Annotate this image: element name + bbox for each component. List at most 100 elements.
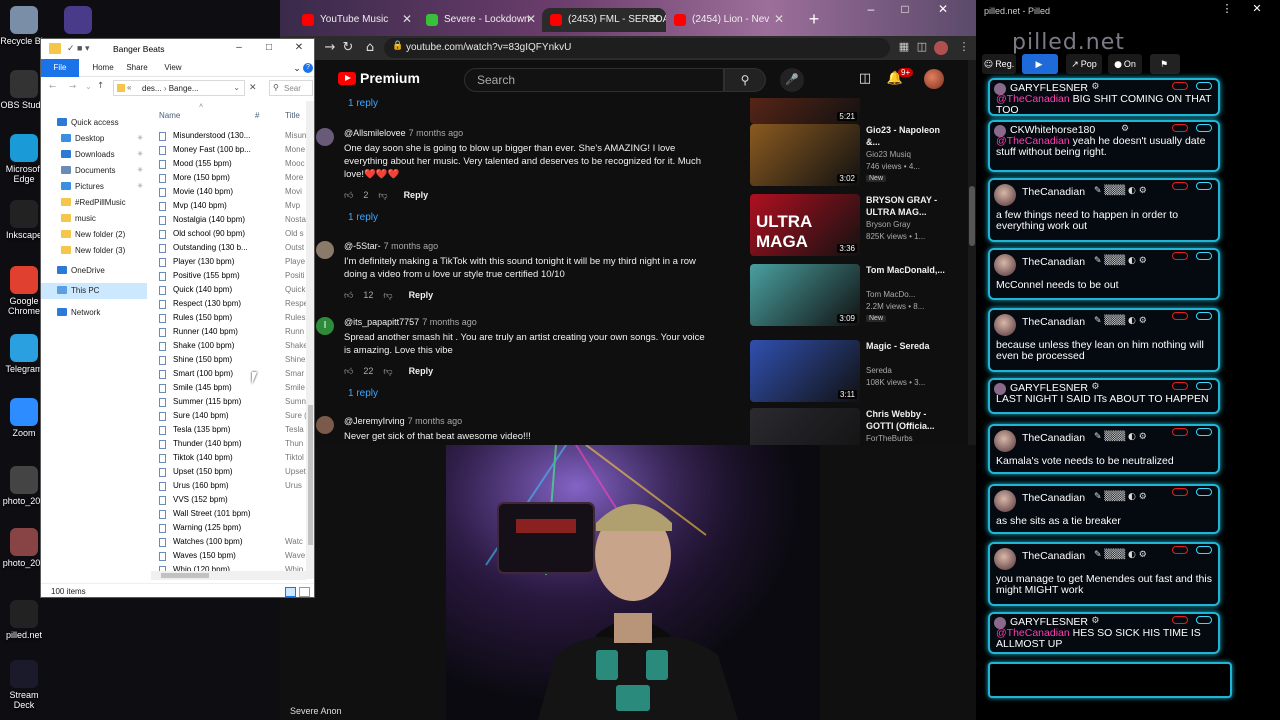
nav-item[interactable]: New folder (2) — [41, 227, 147, 243]
chat-username[interactable]: TheCanadian — [1022, 432, 1085, 444]
ribbon-tab-file[interactable]: File — [41, 59, 79, 77]
ribbon-tab-share[interactable]: Share — [121, 59, 153, 77]
user-avatar[interactable] — [994, 314, 1016, 336]
blue-pill-icon[interactable] — [1196, 252, 1212, 260]
up-arrow-icon[interactable]: ↑ — [97, 81, 104, 91]
youtube-search-input[interactable]: Search — [464, 68, 724, 92]
video-thumbnail[interactable]: 3:02 — [750, 124, 860, 186]
video-thumbnail[interactable]: 3:11 — [750, 340, 860, 402]
comment-author[interactable]: @Allsmilelovee — [344, 128, 406, 138]
hscrollbar-thumb[interactable] — [161, 573, 209, 578]
minimize-button[interactable]: – — [856, 2, 886, 20]
chat-tool-2[interactable]: ↗ Pop — [1066, 54, 1102, 74]
large-icons-view-icon[interactable] — [299, 587, 310, 597]
blue-pill-icon[interactable] — [1196, 488, 1212, 496]
close-tab-icon[interactable]: ✕ — [650, 12, 660, 26]
file-row[interactable]: Mvp (140 bpm) Mvp — [151, 199, 306, 213]
sidebar-icon[interactable]: ◫ — [914, 40, 930, 56]
red-pill-icon[interactable] — [1172, 252, 1188, 260]
menu-icon[interactable]: ⋮ — [956, 40, 972, 56]
user-avatar[interactable] — [994, 548, 1016, 570]
recommended-video[interactable]: ULTRA MAGA 3:36 BRYSON GRAY - ULTRA MAG...… — [750, 194, 960, 258]
video-title[interactable]: Gio23 - Napoleon &... — [866, 124, 956, 148]
youtube-logo[interactable]: Premium — [338, 70, 420, 86]
comment-author[interactable]: @-5Star- — [344, 241, 381, 251]
file-row[interactable]: Old school (90 bpm) Old s — [151, 227, 306, 241]
file-row[interactable]: Thunder (140 bpm) Thun — [151, 437, 306, 451]
account-avatar[interactable] — [924, 69, 944, 89]
address-dropdown-icon[interactable]: ⌄ — [233, 83, 240, 92]
red-pill-icon[interactable] — [1172, 182, 1188, 190]
nav-item[interactable]: Pictures ✳ — [41, 179, 147, 195]
file-row[interactable]: VVS (152 bpm) — [151, 493, 306, 507]
breadcrumb-overflow-icon[interactable]: « — [127, 83, 131, 92]
video-title[interactable]: Tom MacDonald,... — [866, 264, 956, 276]
dislike-icon[interactable]: 👎︎ — [378, 190, 387, 200]
channel-name[interactable]: Gio23 Musiq — [866, 150, 911, 159]
like-icon[interactable]: 👍︎ — [344, 290, 353, 300]
column-header-title[interactable]: Title — [285, 111, 300, 120]
nav-item[interactable]: #RedPillMusic — [41, 195, 147, 211]
column-header-name[interactable]: Name — [159, 111, 180, 120]
file-row[interactable]: Rules (150 bpm) Rules — [151, 311, 306, 325]
user-avatar[interactable] — [994, 430, 1016, 452]
close-tab-icon[interactable]: ✕ — [526, 12, 536, 26]
chat-username[interactable]: TheCanadian — [1022, 316, 1085, 328]
file-row[interactable]: Movie (140 bpm) Movi — [151, 185, 306, 199]
blue-pill-icon[interactable] — [1196, 428, 1212, 436]
replies-toggle[interactable]: 1 reply — [348, 212, 378, 223]
chat-tool-3[interactable]: ● On — [1108, 54, 1142, 74]
file-row[interactable]: Upset (150 bpm) Upset — [151, 465, 306, 479]
file-row[interactable]: Smile (145 bpm) Smile — [151, 381, 306, 395]
dislike-icon[interactable]: 👎︎ — [383, 366, 392, 376]
file-row[interactable]: Watches (100 bpm) Watc — [151, 535, 306, 549]
home-icon[interactable]: ⌂ — [360, 38, 380, 58]
nav-item[interactable]: Desktop ✳ — [41, 131, 147, 147]
video-thumbnail[interactable]: 5:21 — [750, 98, 860, 124]
column-header-number[interactable]: # — [255, 111, 259, 120]
close-tab-icon[interactable]: ✕ — [402, 12, 412, 26]
recommended-video[interactable]: 3:11 Magic - Sereda Sereda 108K views • 3..… — [750, 340, 960, 404]
like-icon[interactable]: 👍︎ — [344, 366, 353, 376]
file-row[interactable]: Shine (150 bpm) Shine — [151, 353, 306, 367]
commenter-avatar[interactable] — [316, 416, 334, 434]
explorer-search-input[interactable]: ⚲ Sear — [269, 80, 313, 96]
explorer-address-bar[interactable]: « des... › Bange... ⌄ — [113, 80, 245, 96]
chat-username[interactable]: TheCanadian — [1022, 550, 1085, 562]
blue-pill-icon[interactable] — [1196, 616, 1212, 624]
quick-access-toolbar-icon[interactable]: ✓ ■ ▾ — [67, 43, 90, 54]
nav-item[interactable]: This PC — [41, 283, 147, 299]
explorer-minimize-button[interactable]: – — [229, 42, 249, 56]
chat-username[interactable]: TheCanadian — [1022, 492, 1085, 504]
file-row[interactable]: Misunderstood (130... Misun — [151, 129, 306, 143]
profile-avatar[interactable] — [934, 41, 948, 55]
explorer-maximize-button[interactable]: □ — [259, 42, 279, 56]
chat-username[interactable]: TheCanadian — [1022, 256, 1085, 268]
channel-name[interactable]: Bryson Gray — [866, 220, 910, 229]
extensions-icon[interactable]: ▦ — [896, 40, 912, 56]
replies-toggle[interactable]: 1 reply — [348, 98, 378, 109]
nav-item[interactable]: Downloads ✳ — [41, 147, 147, 163]
file-row[interactable]: Nostalgia (140 bpm) Nosta — [151, 213, 306, 227]
file-row[interactable]: Summer (115 bpm) Sumn — [151, 395, 306, 409]
reply-button[interactable]: Reply — [409, 366, 434, 376]
commenter-avatar[interactable]: I — [316, 317, 334, 335]
create-icon[interactable]: ◫ — [856, 71, 874, 89]
video-title[interactable]: Chris Webby - GOTTI (Officia... — [866, 408, 956, 432]
tab-3[interactable]: (2454) Lion - Nev ✕ — [666, 8, 790, 32]
red-pill-icon[interactable] — [1172, 428, 1188, 436]
ribbon-tab-view[interactable]: View — [157, 59, 189, 77]
close-window-button[interactable]: ✕ — [928, 2, 958, 20]
forward-icon[interactable]: → — [320, 38, 340, 58]
file-row[interactable]: Waves (150 bpm) Wave — [151, 549, 306, 563]
file-row[interactable]: Sure (140 bpm) Sure ( — [151, 409, 306, 423]
desktop-icon[interactable] — [54, 6, 102, 36]
commenter-avatar[interactable] — [316, 241, 334, 259]
file-row[interactable]: Player (130 bpm) Playe — [151, 255, 306, 269]
dislike-icon[interactable]: 👎︎ — [383, 290, 392, 300]
blue-pill-icon[interactable] — [1196, 382, 1212, 390]
file-row[interactable]: Outstanding (130 b... Outst — [151, 241, 306, 255]
blue-pill-icon[interactable] — [1196, 182, 1212, 190]
chat-tool-1[interactable]: ▶ — [1022, 54, 1058, 74]
file-row[interactable]: Warning (125 bpm) — [151, 521, 306, 535]
